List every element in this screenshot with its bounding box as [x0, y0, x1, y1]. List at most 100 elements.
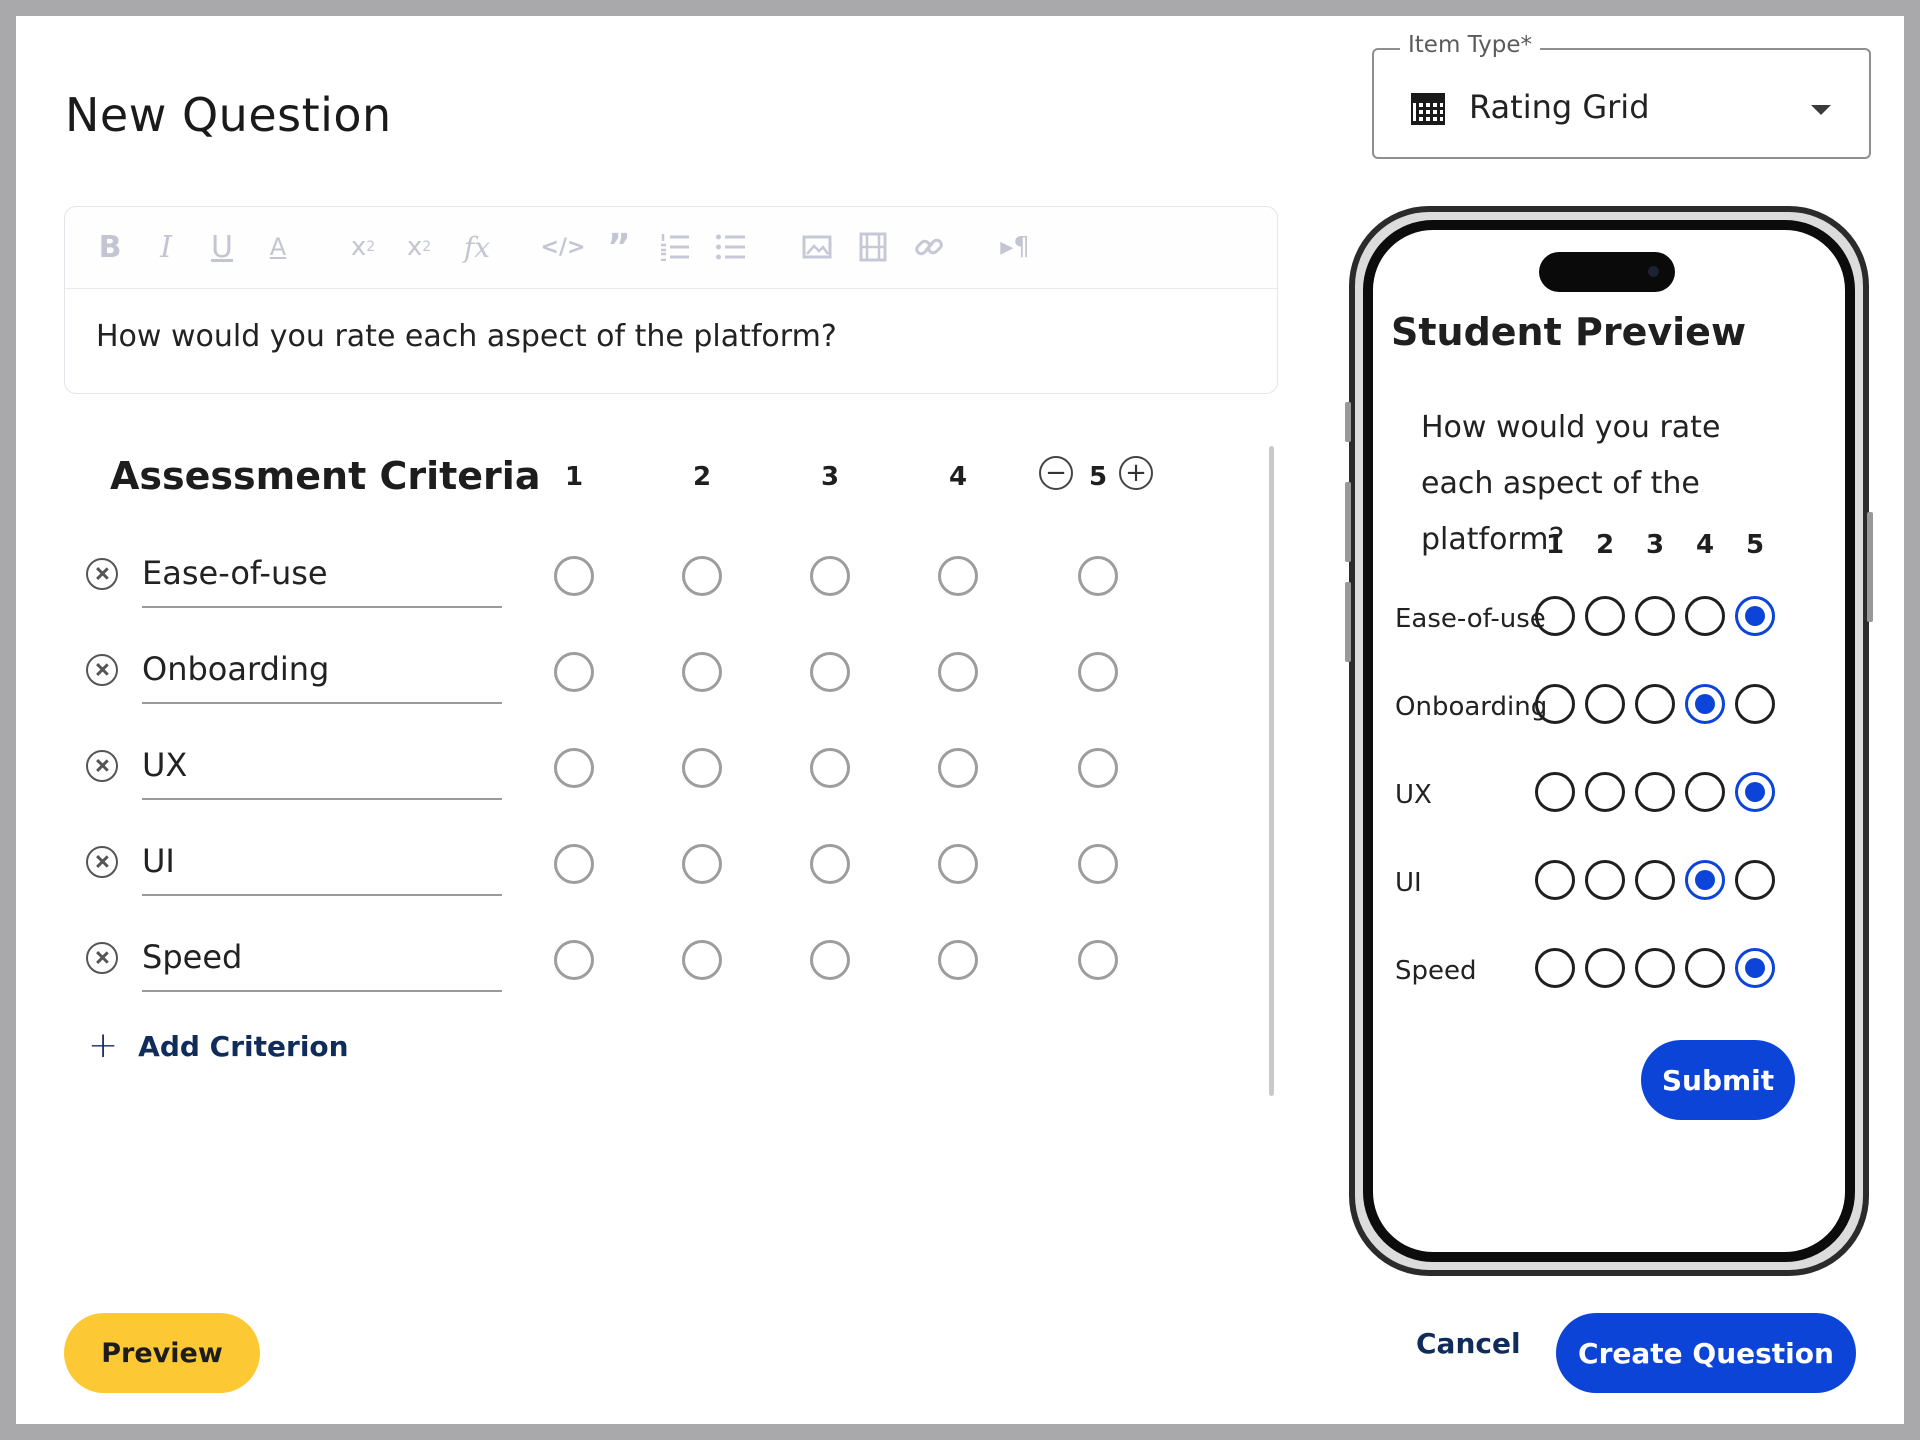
rating-radio[interactable] [682, 556, 722, 596]
preview-button[interactable]: Preview [64, 1313, 260, 1393]
add-criterion-button[interactable]: + Add Criterion [88, 1028, 349, 1064]
remove-column-button[interactable]: − [1039, 456, 1073, 490]
preview-radio[interactable] [1685, 772, 1725, 812]
rating-radio[interactable] [554, 748, 594, 788]
rating-radio[interactable] [554, 556, 594, 596]
rating-radio[interactable] [554, 844, 594, 884]
formula-icon[interactable]: fx [457, 229, 497, 265]
remove-criterion-icon[interactable] [86, 750, 118, 782]
preview-radio[interactable] [1535, 772, 1575, 812]
preview-radio[interactable] [1635, 772, 1675, 812]
criterion-row: UX [16, 728, 1256, 824]
preview-radio[interactable] [1685, 948, 1725, 988]
remove-criterion-icon[interactable] [86, 558, 118, 590]
link-icon[interactable] [909, 229, 949, 265]
question-text[interactable]: How would you rate each aspect of the pl… [96, 319, 837, 354]
minus-icon: − [1045, 458, 1067, 488]
phone-side-button [1867, 512, 1873, 622]
rating-radio[interactable] [938, 652, 978, 692]
remove-criterion-icon[interactable] [86, 846, 118, 878]
preview-radio[interactable] [1585, 948, 1625, 988]
preview-radio[interactable] [1535, 684, 1575, 724]
rating-radio[interactable] [682, 844, 722, 884]
video-icon[interactable] [853, 229, 893, 265]
preview-radio[interactable] [1735, 684, 1775, 724]
rating-radio[interactable] [1078, 652, 1118, 692]
criterion-input[interactable]: Onboarding [142, 644, 502, 704]
criterion-input[interactable]: UX [142, 740, 502, 800]
paragraph-direction-icon[interactable]: ▸¶ [995, 229, 1035, 265]
text-color-icon[interactable]: A [263, 229, 293, 265]
preview-radio[interactable] [1585, 772, 1625, 812]
rating-radio[interactable] [938, 748, 978, 788]
editor-toolbar: B I U A x2 x2 fx </> ” ▸¶ [65, 207, 1277, 289]
rating-radio[interactable] [938, 556, 978, 596]
rating-radio[interactable] [1078, 940, 1118, 980]
preview-row: Speed [1373, 946, 1833, 1006]
preview-radio[interactable] [1535, 596, 1575, 636]
preview-radio[interactable] [1635, 684, 1675, 724]
remove-criterion-icon[interactable] [86, 942, 118, 974]
criterion-input[interactable]: Ease-of-use [142, 548, 502, 608]
preview-radio[interactable] [1635, 596, 1675, 636]
submit-button[interactable]: Submit [1641, 1040, 1795, 1120]
student-preview-title: Student Preview [1391, 310, 1747, 354]
preview-radio[interactable] [1585, 860, 1625, 900]
rating-radio[interactable] [810, 844, 850, 884]
grid-scrollbar[interactable] [1269, 446, 1274, 1096]
rating-radio[interactable] [938, 844, 978, 884]
dynamic-island [1539, 252, 1675, 292]
preview-radio-selected[interactable] [1685, 860, 1725, 900]
preview-radio-selected[interactable] [1735, 772, 1775, 812]
plus-icon: + [88, 1025, 119, 1066]
column-header: 5 [1088, 462, 1108, 492]
subscript-icon[interactable]: x2 [343, 229, 383, 265]
superscript-icon[interactable]: x2 [399, 229, 439, 265]
preview-radio[interactable] [1635, 860, 1675, 900]
rating-radio[interactable] [810, 940, 850, 980]
criterion-input[interactable]: UI [142, 836, 502, 896]
item-type-legend: Item Type* [1400, 32, 1540, 58]
criterion-input[interactable]: Speed [142, 932, 502, 992]
rating-radio[interactable] [810, 556, 850, 596]
italic-icon[interactable]: I [151, 229, 181, 265]
page-title: New Question [65, 88, 392, 142]
add-column-button[interactable]: + [1119, 456, 1153, 490]
rating-radio[interactable] [810, 652, 850, 692]
rating-radio[interactable] [938, 940, 978, 980]
preview-radio[interactable] [1735, 860, 1775, 900]
rating-radio[interactable] [1078, 556, 1118, 596]
preview-radio-selected[interactable] [1735, 948, 1775, 988]
preview-radio[interactable] [1535, 948, 1575, 988]
preview-radio[interactable] [1685, 596, 1725, 636]
remove-criterion-icon[interactable] [86, 654, 118, 686]
preview-row: UX [1373, 770, 1833, 830]
rating-radio[interactable] [810, 748, 850, 788]
code-icon[interactable]: </> [541, 229, 586, 265]
preview-radio-selected[interactable] [1735, 596, 1775, 636]
preview-radio[interactable] [1585, 684, 1625, 724]
preview-radio-selected[interactable] [1685, 684, 1725, 724]
rating-radio[interactable] [554, 652, 594, 692]
rating-radio[interactable] [682, 652, 722, 692]
column-header: 3 [820, 462, 840, 492]
rating-radio[interactable] [554, 940, 594, 980]
grid-header: Assessment Criteria [110, 454, 541, 498]
item-type-value: Rating Grid [1469, 88, 1650, 126]
rating-radio[interactable] [1078, 748, 1118, 788]
preview-radio[interactable] [1585, 596, 1625, 636]
preview-radio[interactable] [1635, 948, 1675, 988]
ordered-list-icon[interactable] [655, 229, 695, 265]
underline-icon[interactable]: U [207, 229, 237, 265]
preview-radio[interactable] [1535, 860, 1575, 900]
rating-radio[interactable] [1078, 844, 1118, 884]
bullet-list-icon[interactable] [711, 229, 751, 265]
bold-icon[interactable]: B [95, 229, 125, 265]
quote-icon[interactable]: ” [599, 227, 639, 268]
rating-radio[interactable] [682, 940, 722, 980]
create-question-button[interactable]: Create Question [1556, 1313, 1856, 1393]
image-icon[interactable] [797, 229, 837, 265]
item-type-select[interactable]: Item Type* Rating Grid [1372, 32, 1871, 159]
cancel-button[interactable]: Cancel [1416, 1327, 1521, 1360]
rating-radio[interactable] [682, 748, 722, 788]
